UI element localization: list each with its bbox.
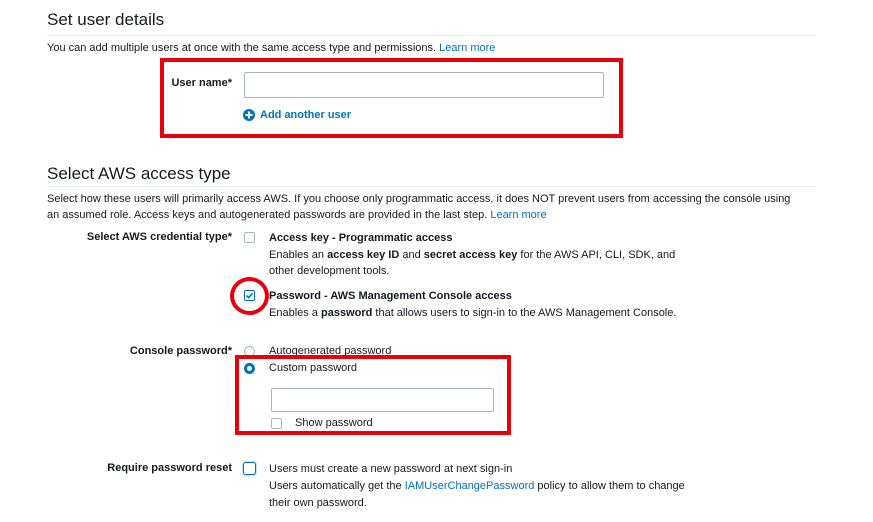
password-access-desc-text: that allows users to sign-in to the AWS …: [372, 307, 677, 319]
access-key-title: Access key - Programmatic access: [269, 232, 453, 244]
password-reset-note-line2: their own password.: [269, 497, 367, 509]
access-type-description-text: an assumed role. Access keys and autogen…: [47, 209, 488, 221]
learn-more-link[interactable]: Learn more: [439, 42, 495, 54]
access-key-desc-text: for the AWS API, CLI, SDK, and: [517, 249, 676, 261]
console-password-label: Console password*: [129, 345, 232, 357]
section-title-access-type: Select AWS access type: [47, 164, 231, 183]
access-key-desc-bold: secret access key: [423, 249, 518, 261]
access-key-desc-text: and: [399, 249, 424, 261]
learn-more-link[interactable]: Learn more: [490, 209, 546, 221]
access-key-description-line2: other development tools.: [269, 265, 390, 277]
annotation-circle-password-checkbox: [230, 277, 269, 315]
password-access-title: Password - AWS Management Console access: [269, 290, 512, 302]
password-reset-checkbox[interactable]: [243, 462, 256, 475]
divider: [47, 35, 815, 36]
access-key-desc-text: Enables an: [269, 249, 328, 261]
section-title-user-details: Set user details: [47, 10, 165, 29]
user-details-description: You can add multiple users at once with …: [47, 41, 495, 55]
access-key-desc-bold: access key ID: [327, 249, 400, 261]
annotation-box-user-name: [160, 58, 623, 138]
password-reset-note: Users automatically get the IAMUserChang…: [269, 479, 685, 493]
iam-user-change-password-link[interactable]: IAMUserChangePassword: [405, 480, 535, 492]
password-reset-text: Users must create a new password at next…: [269, 463, 513, 475]
divider: [47, 186, 815, 187]
password-reset-note-text: Users automatically get the: [269, 480, 405, 492]
access-key-description: Enables an access key ID and secret acce…: [269, 248, 675, 262]
access-key-checkbox[interactable]: [244, 232, 255, 243]
user-details-description-text: You can add multiple users at once with …: [47, 42, 437, 54]
password-reset-note-text: policy to allow them to change: [534, 480, 685, 492]
access-type-description-line2: an assumed role. Access keys and autogen…: [47, 208, 547, 222]
credential-type-label: Select AWS credential type*: [86, 231, 232, 243]
password-access-desc-text: Enables a: [269, 307, 321, 319]
access-type-description-line1: Select how these users will primarily ac…: [47, 193, 791, 205]
password-reset-label: Require password reset: [107, 462, 232, 474]
annotation-box-custom-password: [235, 355, 511, 435]
password-access-description: Enables a password that allows users to …: [269, 306, 676, 320]
password-access-desc-bold: password: [320, 307, 373, 319]
